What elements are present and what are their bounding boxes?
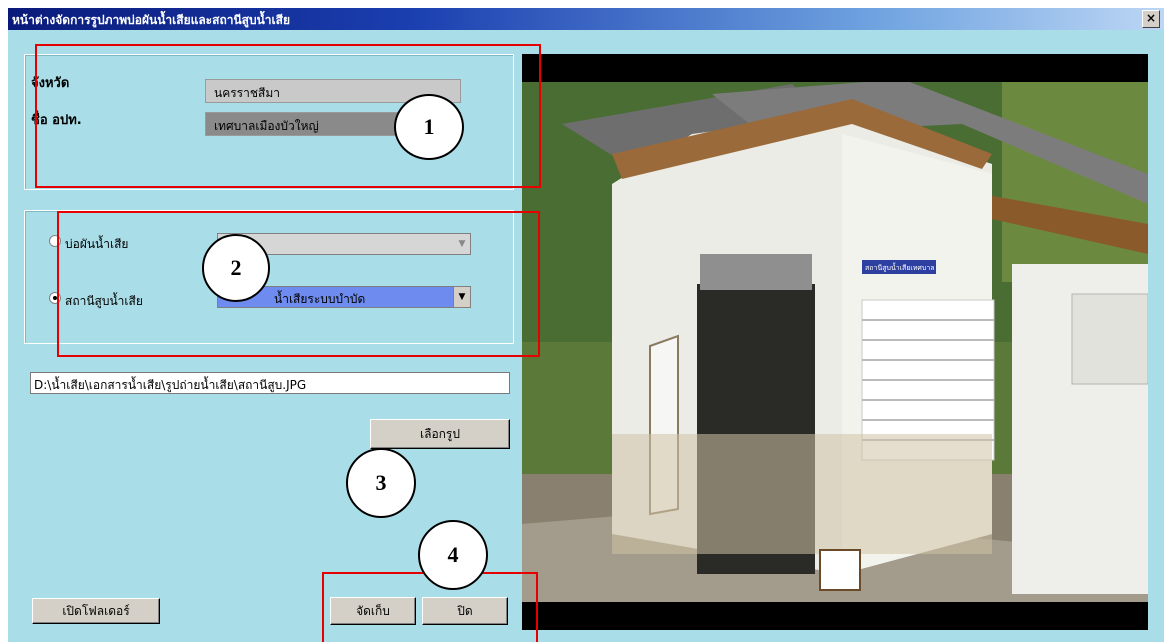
choose-image-button[interactable]: เลือกรูป	[370, 419, 510, 449]
close-window-button[interactable]: ×	[1142, 10, 1160, 28]
screenshot: หน้าต่างจัดการรูปภาพบ่อผันน้ำเสียและสถาน…	[0, 0, 1164, 642]
callout-1: 1	[394, 94, 464, 160]
title-bar: หน้าต่างจัดการรูปภาพบ่อผันน้ำเสียและสถาน…	[8, 8, 1164, 30]
annotation-box-4	[322, 572, 538, 642]
callout-3: 3	[346, 448, 416, 518]
callout-4: 4	[418, 520, 488, 590]
image-preview: สถานีสูบน้ำเสียเทศบาล	[522, 54, 1148, 630]
annotation-box-1	[35, 44, 541, 188]
annotation-box-2	[57, 211, 540, 357]
window-title: หน้าต่างจัดการรูปภาพบ่อผันน้ำเสียและสถาน…	[12, 13, 290, 27]
open-folder-button[interactable]: เปิดโฟลเดอร์	[32, 598, 160, 624]
file-path-input[interactable]: D:\น้ำเสีย\เอกสารน้ำเสีย\รูปถ่ายน้ำเสีย\…	[30, 372, 510, 394]
callout-2: 2	[202, 234, 270, 302]
pump-station-photo: สถานีสูบน้ำเสียเทศบาล	[522, 54, 1148, 630]
